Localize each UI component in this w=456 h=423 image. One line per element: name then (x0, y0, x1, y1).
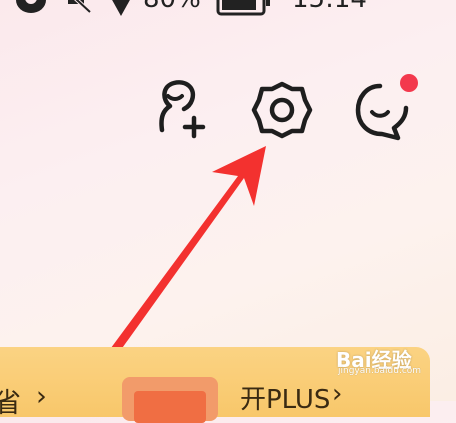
mute-icon (62, 0, 92, 18)
open-plus-link[interactable]: 开PLUS (240, 379, 330, 416)
watermark-url: jingyan.baidu.com (338, 366, 422, 376)
notification-dot (400, 74, 418, 92)
eye-icon (14, 0, 48, 18)
add-friend-button[interactable] (150, 76, 214, 144)
status-bar: 80% 15:14 (0, 0, 456, 16)
battery-percent: 80% (143, 0, 201, 14)
add-user-icon (159, 80, 206, 139)
settings-button[interactable] (250, 76, 314, 144)
chevron-right-icon: › (332, 379, 343, 409)
battery-icon (216, 0, 272, 20)
gear-icon (251, 81, 313, 139)
watermark: Bai经验 jingyan.baidu.com (336, 344, 428, 380)
location-icon (108, 0, 134, 20)
status-clock: 15:14 (292, 0, 367, 14)
annotation-arrow (91, 146, 266, 379)
plus-badge (122, 377, 218, 423)
chevron-right-icon: › (36, 381, 47, 412)
